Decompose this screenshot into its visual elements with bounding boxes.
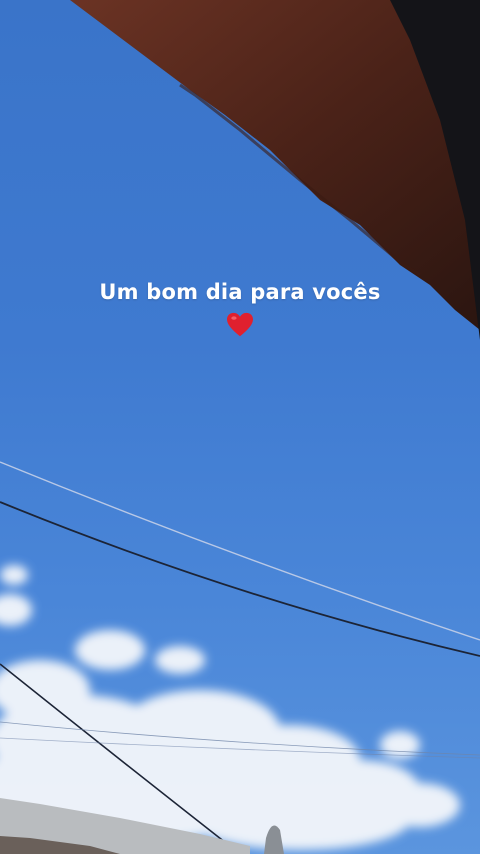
caption-text: Um bom dia para vocês <box>99 280 381 304</box>
wall-edge <box>0 798 284 854</box>
power-lines <box>0 461 480 854</box>
heart-icon <box>227 312 253 337</box>
story-caption: Um bom dia para vocês <box>0 280 480 342</box>
